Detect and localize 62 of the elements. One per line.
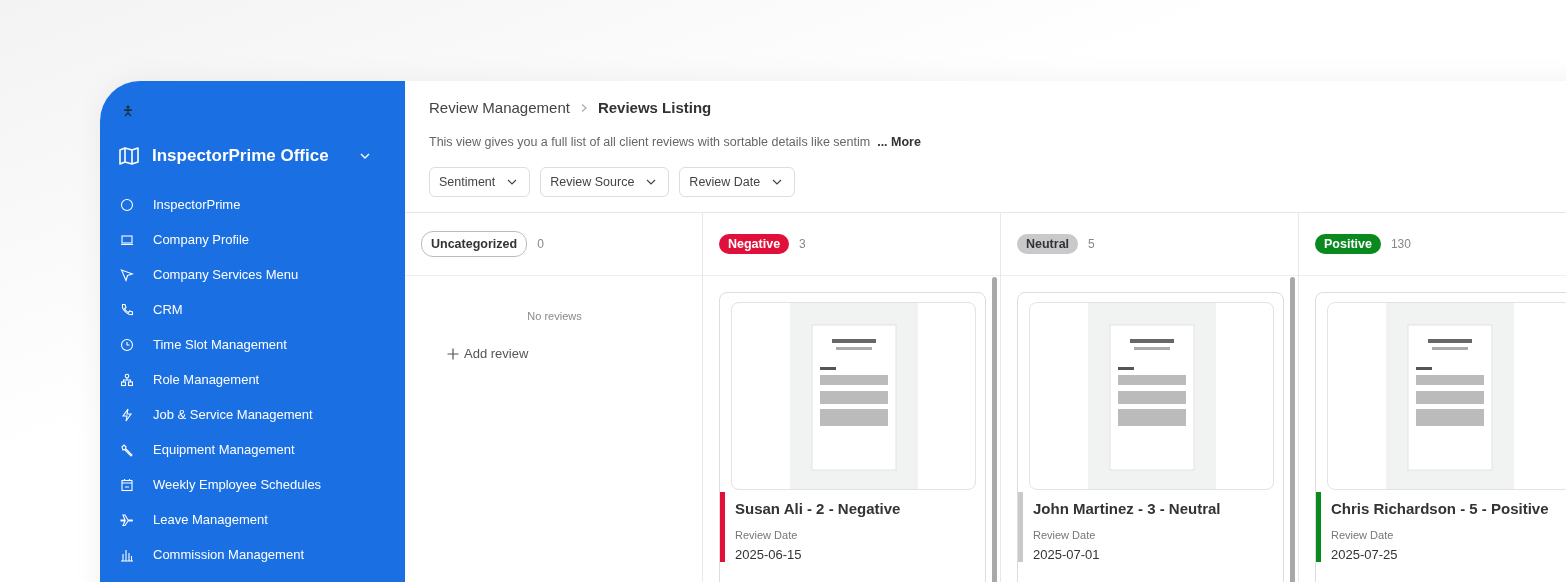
nav-item[interactable]: Company Services Menu bbox=[120, 257, 405, 292]
pointer-icon bbox=[120, 267, 134, 282]
field-label: Review Date bbox=[1033, 529, 1097, 541]
nav-item[interactable]: Job & Service Management bbox=[120, 397, 405, 432]
status-tag: Negative bbox=[719, 234, 790, 254]
status-tag: Uncategorized bbox=[421, 231, 528, 257]
chevron-right-icon bbox=[579, 102, 588, 113]
plus-icon bbox=[447, 347, 459, 360]
field-value: 2025-07-25 bbox=[1331, 547, 1399, 562]
nav-item[interactable]: Time Slot Management bbox=[120, 327, 405, 362]
phone-icon bbox=[120, 302, 134, 317]
chevron-down-icon[interactable] bbox=[358, 152, 371, 160]
chevron-down-icon bbox=[507, 179, 518, 185]
field-label: Review Date bbox=[1331, 529, 1395, 541]
count-text: 5 bbox=[1088, 237, 1095, 251]
nav-item[interactable]: Weekly Employee Schedules bbox=[120, 467, 405, 502]
status-tag: Neutral bbox=[1017, 234, 1079, 254]
calendar-icon bbox=[120, 477, 134, 492]
nav-item[interactable]: CRM bbox=[120, 292, 405, 327]
nav-item[interactable]: InspectorPrime bbox=[120, 187, 405, 222]
review-title: Susan Ali - 2 - Negative bbox=[735, 500, 902, 517]
filter-dropdown[interactable]: Review Date bbox=[679, 167, 796, 197]
nav-item[interactable]: Leave Management bbox=[120, 502, 405, 537]
status-tag: Positive bbox=[1315, 234, 1381, 254]
field-label: Review Date bbox=[735, 529, 799, 541]
nav-item[interactable]: Equipment Management bbox=[120, 432, 405, 467]
scrollbar[interactable] bbox=[1290, 277, 1295, 582]
review-card[interactable]: Susan Ali - 2 - Negative Review Date 2025-06-15 bbox=[719, 292, 986, 582]
empty-text: No reviews bbox=[526, 310, 583, 322]
count-text: 3 bbox=[799, 237, 806, 251]
nav-item[interactable]: Commission Management bbox=[120, 537, 405, 572]
count-text: 0 bbox=[537, 237, 544, 251]
figure-icon bbox=[123, 105, 133, 117]
review-title: Chris Richardson - 5 - Positive bbox=[1331, 500, 1550, 517]
scrollbar[interactable] bbox=[992, 277, 997, 582]
app-title: InspectorPrime Office bbox=[152, 146, 329, 166]
description-text: This view gives you a full list of all client reviews with sortable details like sentim bbox=[429, 135, 871, 149]
map-icon bbox=[118, 146, 140, 166]
breadcrumb-link[interactable]: Review Management bbox=[429, 99, 570, 116]
field-value: 2025-06-15 bbox=[735, 547, 803, 562]
count-text: 130 bbox=[1390, 237, 1411, 251]
circle-icon bbox=[120, 197, 134, 212]
field-value: 2025-07-01 bbox=[1033, 547, 1101, 562]
chart-icon bbox=[120, 547, 134, 562]
filter-dropdown[interactable]: Sentiment bbox=[429, 167, 531, 197]
clock-icon bbox=[120, 337, 134, 352]
bolt-icon bbox=[120, 407, 134, 422]
filter-dropdown[interactable]: Review Source bbox=[540, 167, 670, 197]
wrench-icon bbox=[120, 442, 134, 457]
nav-item[interactable]: Role Management bbox=[120, 362, 405, 397]
more-link[interactable]: ... More bbox=[877, 135, 921, 149]
review-card[interactable]: John Martinez - 3 - Neutral Review Date 2025-07-01 bbox=[1017, 292, 1284, 582]
nav-item[interactable]: Company Profile bbox=[120, 222, 405, 257]
chevron-down-icon bbox=[646, 179, 657, 185]
review-title: John Martinez - 3 - Neutral bbox=[1033, 500, 1222, 517]
laptop-icon bbox=[120, 232, 134, 247]
review-card[interactable]: Chris Richardson - 5 - Positive Review Date 2025-07-25 bbox=[1315, 292, 1566, 582]
org-icon bbox=[120, 372, 134, 387]
page-title: Reviews Listing bbox=[597, 99, 712, 116]
add-review-button[interactable]: Add review bbox=[447, 346, 529, 361]
plane-icon bbox=[120, 512, 134, 527]
chevron-down-icon bbox=[772, 179, 783, 185]
